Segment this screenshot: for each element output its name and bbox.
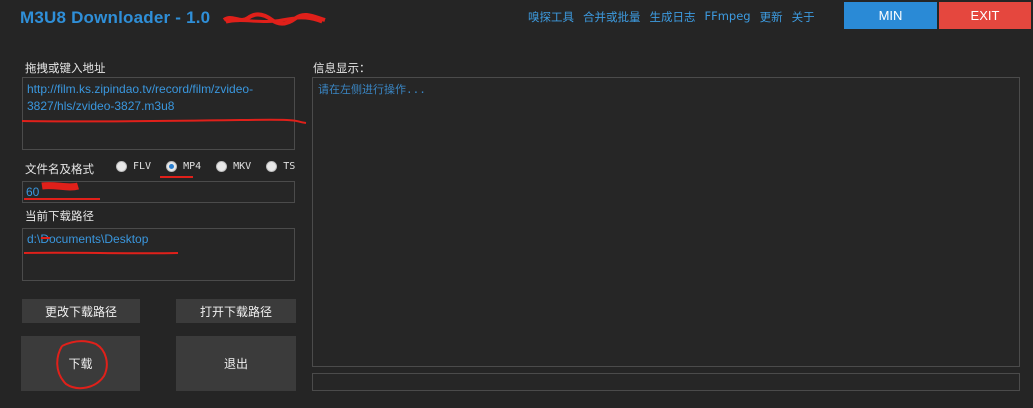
filename-format-label: 文件名及格式 bbox=[25, 162, 94, 176]
info-display: 请在左侧进行操作... bbox=[312, 77, 1020, 367]
menu-generate-log[interactable]: 生成日志 bbox=[650, 9, 696, 25]
format-radio-ts[interactable]: TS bbox=[266, 161, 295, 172]
minimize-button[interactable]: MIN bbox=[844, 2, 937, 29]
format-radio-mp4[interactable]: MP4 bbox=[166, 161, 201, 172]
radio-circle-icon bbox=[116, 161, 127, 172]
quit-button[interactable]: 退出 bbox=[176, 336, 296, 391]
format-radio-flv[interactable]: FLV bbox=[116, 161, 151, 172]
format-radio-mkv[interactable]: MKV bbox=[216, 161, 251, 172]
download-path-field[interactable]: d:\Documents\Desktop bbox=[22, 228, 295, 281]
filename-input[interactable]: 60 bbox=[22, 181, 295, 203]
url-label: 拖拽或键入地址 bbox=[25, 61, 106, 75]
info-label: 信息显示： bbox=[313, 61, 371, 75]
progress-bar bbox=[312, 373, 1020, 391]
format-option-label: TS bbox=[283, 161, 296, 172]
app-title: M3U8 Downloader - 1.0 bbox=[20, 8, 211, 27]
radio-checked-icon bbox=[166, 161, 178, 172]
menu-sniff-tool[interactable]: 嗅探工具 bbox=[528, 9, 574, 25]
format-option-label: FLV bbox=[133, 161, 152, 172]
format-option-label: MP4 bbox=[183, 161, 202, 172]
open-path-button[interactable]: 打开下载路径 bbox=[176, 299, 296, 323]
format-radio-group: FLV MP4 MKV TS bbox=[116, 161, 310, 172]
exit-window-button[interactable]: EXIT bbox=[939, 2, 1031, 29]
menu-about[interactable]: 关于 bbox=[792, 9, 815, 25]
download-button[interactable]: 下载 bbox=[21, 336, 140, 391]
url-input[interactable]: http://film.ks.zipindao.tv/record/film/z… bbox=[22, 77, 295, 150]
title-redaction-scribble bbox=[222, 12, 326, 26]
top-menu: 嗅探工具 合并或批量 生成日志 FFmpeg 更新 关于 bbox=[528, 9, 824, 25]
menu-ffmpeg[interactable]: FFmpeg bbox=[705, 9, 751, 25]
format-option-label: MKV bbox=[233, 161, 252, 172]
change-path-button[interactable]: 更改下载路径 bbox=[22, 299, 140, 323]
download-path-label: 当前下载路径 bbox=[25, 209, 94, 223]
menu-update[interactable]: 更新 bbox=[760, 9, 783, 25]
radio-circle-icon bbox=[266, 161, 278, 172]
radio-circle-icon bbox=[216, 161, 228, 172]
menu-merge-batch[interactable]: 合并或批量 bbox=[583, 9, 641, 25]
